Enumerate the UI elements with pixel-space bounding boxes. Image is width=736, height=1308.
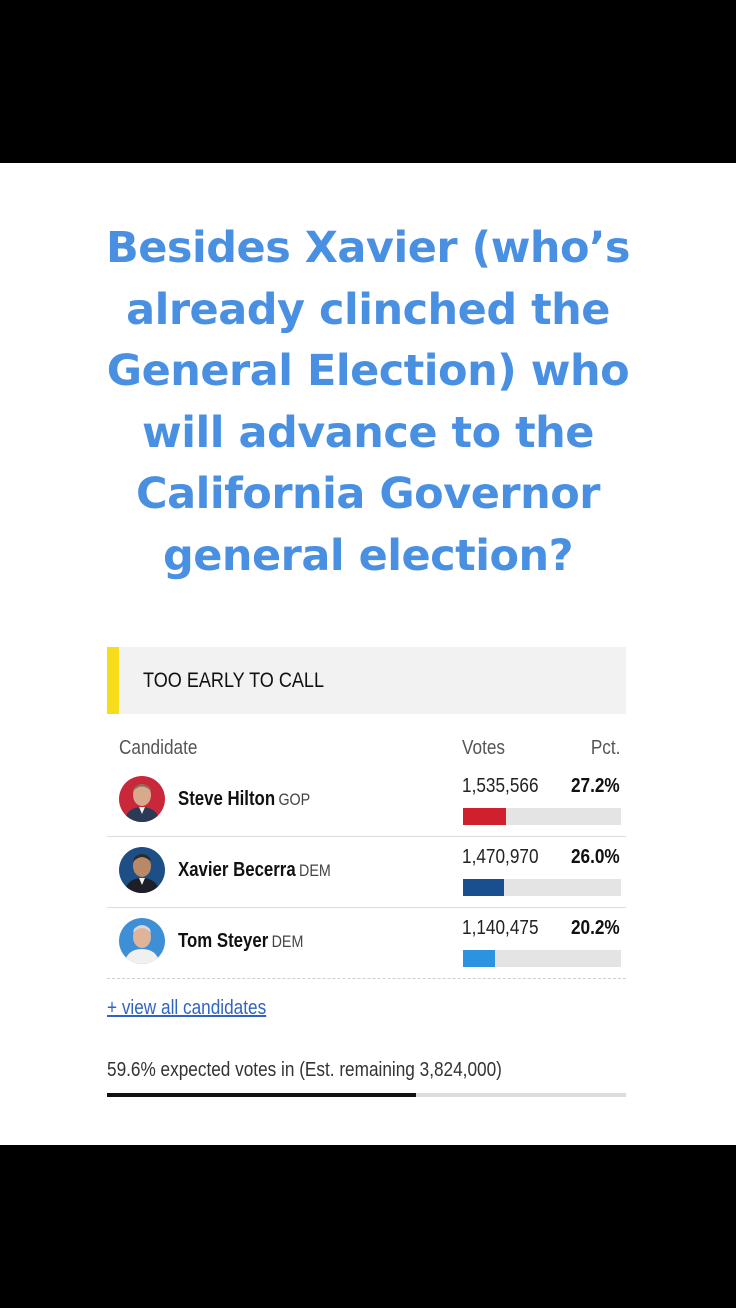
expected-votes-text: 59.6% expected votes in (Est. remaining … [107,1059,502,1081]
steve-hilton-avatar [119,776,165,822]
vote-count: 1,535,566 [462,775,539,797]
votes-column-header: Votes [462,737,506,759]
expected-votes-progress-fill [107,1093,417,1097]
vote-share-bar-fill [463,879,505,896]
candidate-name: Xavier Becerra DEM [178,859,331,881]
vote-percentage: 20.2% [571,917,620,939]
candidate-name: Tom Steyer DEM [178,930,304,952]
vote-percentage: 27.2% [571,775,620,797]
xavier-becerra-avatar [119,847,165,893]
candidate-row-tom-steyer[interactable]: Tom Steyer DEM 1,140,475 20.2% [107,908,626,979]
expected-votes-progress [107,1093,626,1097]
candidate-row-steve-hilton[interactable]: Steve Hilton GOP 1,535,566 27.2% [107,766,626,837]
vote-share-bar-fill [463,950,495,967]
status-banner: TOO EARLY TO CALL [107,647,626,714]
candidate-column-header: Candidate [119,737,198,759]
vote-share-bar [463,879,621,896]
vote-count: 1,140,475 [462,917,539,939]
results-card: Besides Xavier (who’s already clinched t… [0,163,736,1145]
tom-steyer-avatar [119,918,165,964]
pct-column-header: Pct. [590,737,620,759]
headline: Besides Xavier (who’s already clinched t… [105,223,631,581]
candidate-name: Steve Hilton GOP [178,788,311,810]
candidate-row-xavier-becerra[interactable]: Xavier Becerra DEM 1,470,970 26.0% [107,837,626,908]
party-label: DEM [299,861,331,880]
view-all-candidates-link[interactable]: + view all candidates [107,997,266,1020]
vote-share-bar [463,808,621,825]
status-text: TOO EARLY TO CALL [143,669,325,692]
vote-percentage: 26.0% [571,846,620,868]
vote-share-bar [463,950,621,967]
party-label: DEM [271,932,304,951]
vote-count: 1,470,970 [462,846,539,868]
vote-share-bar-fill [463,808,506,825]
party-label: GOP [278,790,311,809]
